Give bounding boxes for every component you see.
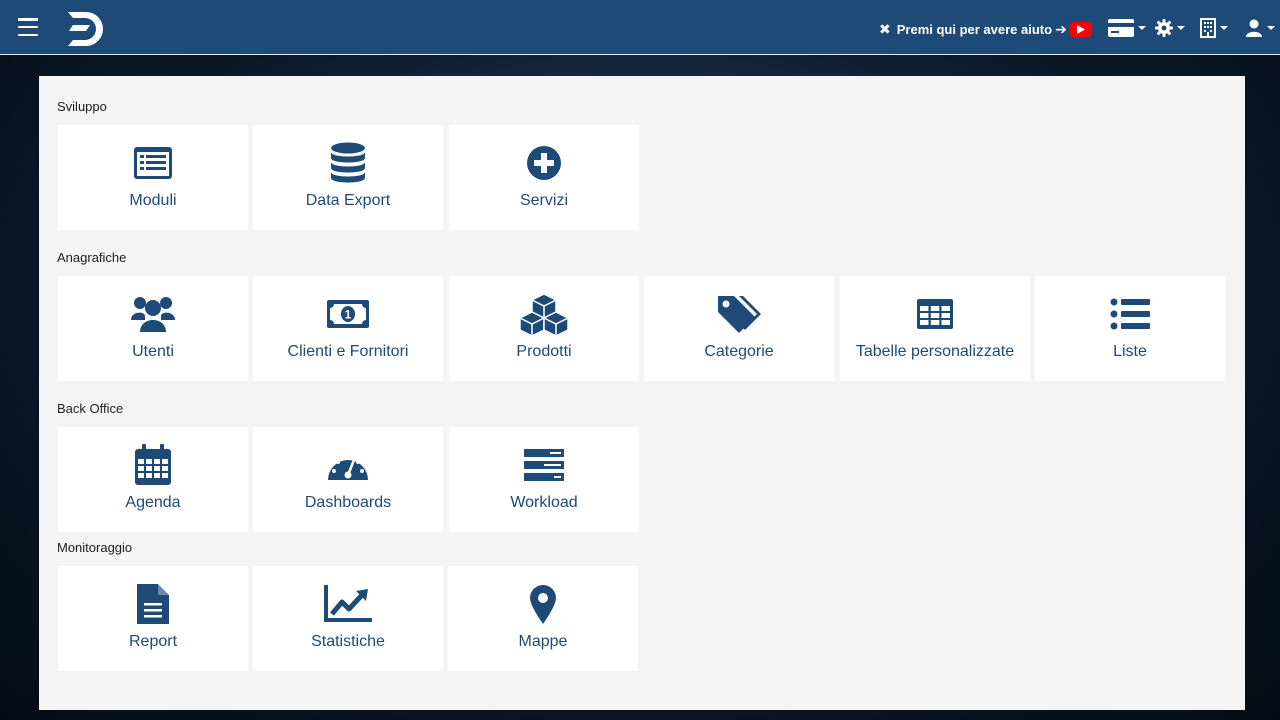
tile-label: Servizi [519, 192, 568, 209]
database-icon [330, 142, 366, 184]
app-logo[interactable] [64, 10, 108, 48]
tasks-icon [524, 449, 564, 481]
hamburger-icon[interactable] [18, 18, 38, 36]
gear-icon [1155, 19, 1173, 37]
tile-mappe[interactable]: Mappe [448, 566, 638, 671]
card-icon [1108, 19, 1134, 37]
tile-agenda[interactable]: Agenda [58, 427, 248, 532]
tachometer-icon [327, 448, 369, 482]
youtube-icon[interactable] [1069, 21, 1092, 37]
tile-report[interactable]: Report [58, 566, 248, 671]
user-icon [1245, 19, 1263, 37]
tile-label: Report [128, 633, 178, 650]
chevron-down-icon [1267, 26, 1275, 30]
tile-dashboards[interactable]: Dashboards [253, 427, 443, 532]
help-text[interactable]: Premi qui per avere aiuto [897, 22, 1052, 37]
chevron-down-icon [1220, 26, 1228, 30]
tile-prodotti[interactable]: Prodotti [449, 276, 639, 381]
tile-label: Moduli [129, 192, 177, 209]
building-icon [1200, 18, 1216, 38]
tile-moduli[interactable]: Moduli [58, 125, 248, 230]
calendar-icon [134, 444, 172, 486]
section-title-monitoraggio: Monitoraggio [57, 540, 133, 555]
tile-categorie[interactable]: Categorie [644, 276, 834, 381]
list-icon [1110, 298, 1150, 330]
tile-label: Mappe [518, 633, 568, 650]
tile-label: Utenti [132, 343, 174, 360]
plus-circle-icon [526, 145, 562, 181]
launcher-panel: Sviluppo Moduli Data Export Servizi Anag… [39, 76, 1245, 710]
user-menu[interactable] [1245, 16, 1275, 40]
section-title-back-office: Back Office [57, 401, 124, 416]
x-icon[interactable]: ✖ [879, 21, 891, 38]
tags-icon [717, 295, 761, 333]
tile-label: Agenda [125, 494, 181, 511]
tile-label: Statistiche [311, 633, 385, 650]
tile-label: Tabelle personalizzate [855, 343, 1015, 360]
top-bar: ✖ Premi qui per avere aiuto ➔ [0, 0, 1280, 55]
tile-liste[interactable]: Liste [1035, 276, 1225, 381]
company-menu[interactable] [1200, 16, 1228, 40]
tile-statistiche[interactable]: Statistiche [253, 566, 443, 671]
cubes-icon [519, 293, 569, 335]
map-marker-icon [529, 584, 557, 624]
users-icon [131, 294, 175, 334]
help-link[interactable]: ✖ Premi qui per avere aiuto ➔ [879, 19, 1092, 39]
settings-menu[interactable] [1155, 16, 1185, 40]
file-text-icon [136, 583, 170, 625]
chevron-down-icon [1138, 26, 1146, 30]
tile-label: Clienti e Fornitori [287, 343, 409, 360]
card-menu[interactable] [1108, 16, 1146, 40]
tile-label: Workload [510, 494, 578, 511]
tile-utenti[interactable]: Utenti [58, 276, 248, 381]
tile-servizi[interactable]: Servizi [449, 125, 639, 230]
tile-label: Categorie [704, 343, 774, 360]
tile-tabelle-personalizzate[interactable]: Tabelle personalizzate [840, 276, 1030, 381]
tile-label: Prodotti [516, 343, 572, 360]
svg-text:1: 1 [345, 308, 352, 322]
section-title-sviluppo: Sviluppo [57, 99, 107, 114]
tile-label: Dashboards [304, 494, 392, 511]
list-alt-icon [133, 146, 173, 180]
money-bill-icon: 1 [326, 299, 370, 329]
tile-workload[interactable]: Workload [449, 427, 639, 532]
tile-data-export[interactable]: Data Export [253, 125, 443, 230]
arrow-right-icon: ➔ [1055, 20, 1067, 37]
chart-line-icon [324, 585, 372, 623]
tile-clienti-fornitori[interactable]: 1 Clienti e Fornitori [253, 276, 443, 381]
table-icon [916, 298, 954, 330]
tile-label: Data Export [305, 192, 391, 209]
section-title-anagrafiche: Anagrafiche [57, 250, 127, 265]
chevron-down-icon [1177, 26, 1185, 30]
tile-label: Liste [1113, 343, 1147, 360]
